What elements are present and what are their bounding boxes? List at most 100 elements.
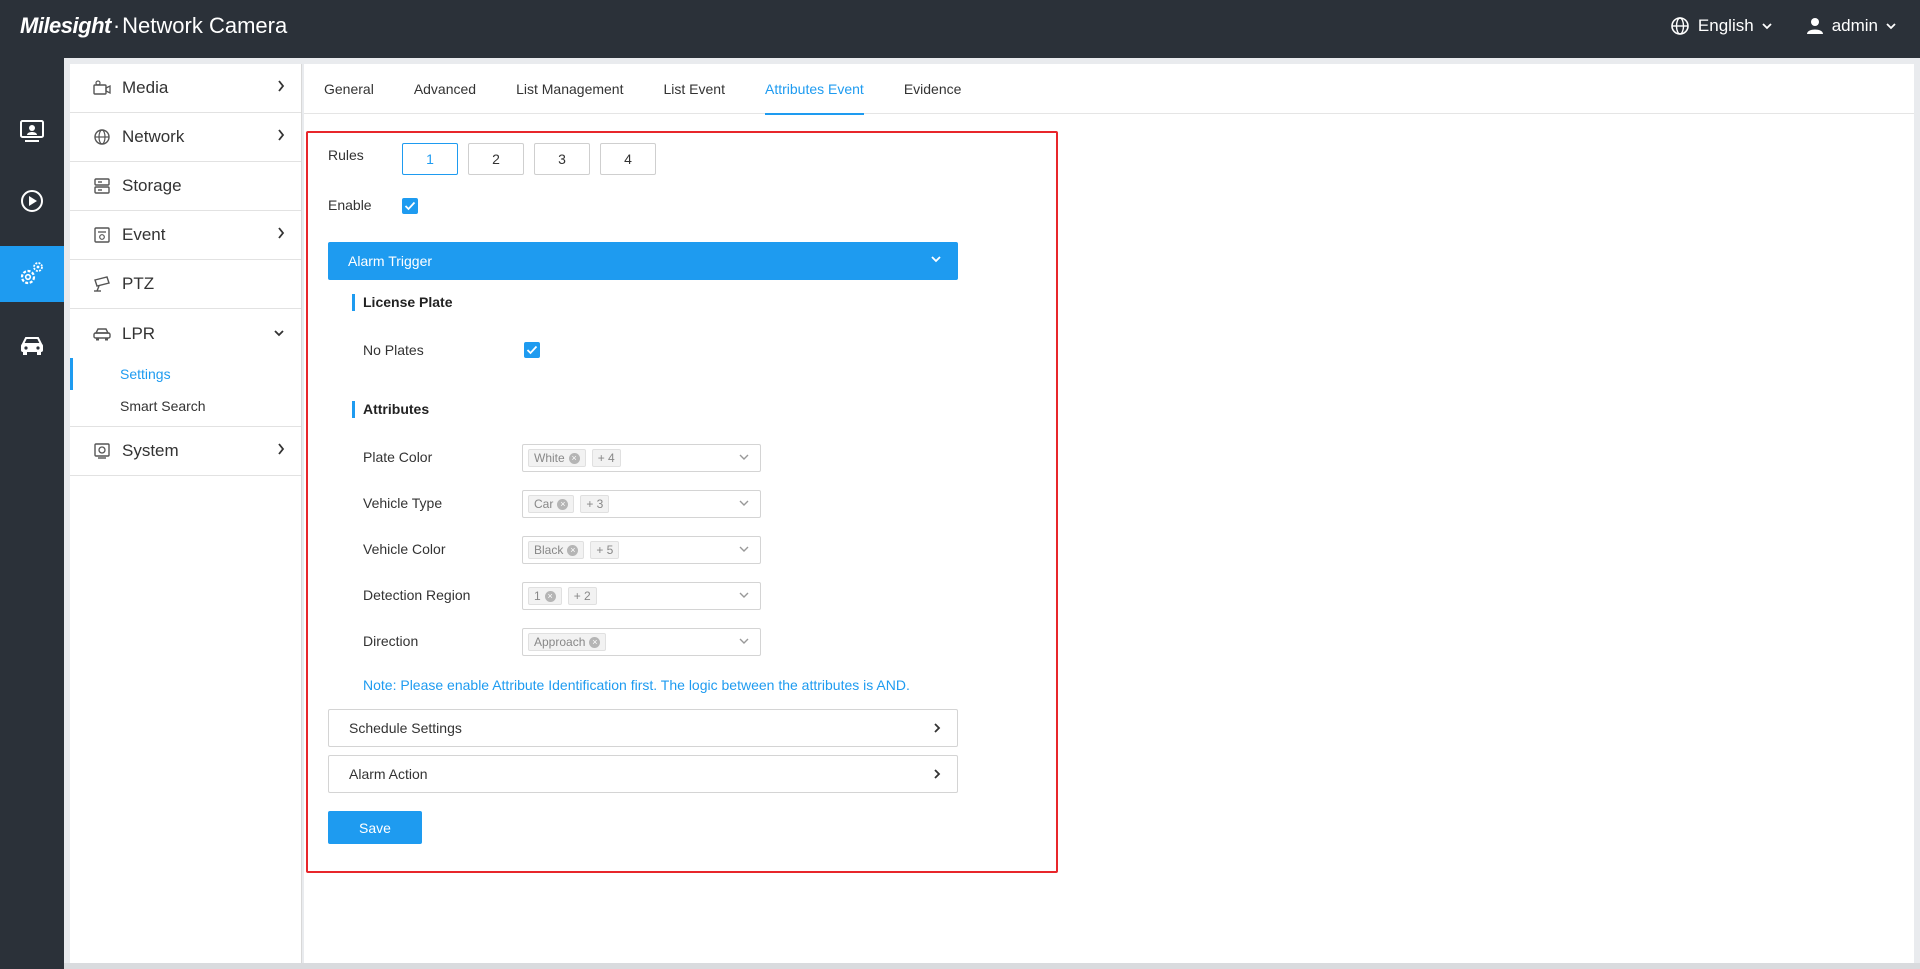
tab-attributes-event[interactable]: Attributes Event: [764, 64, 864, 115]
alarm-trigger-header[interactable]: Alarm Trigger: [328, 242, 958, 280]
detection-region-label: Detection Region: [363, 587, 471, 603]
rule-button-4[interactable]: 4: [600, 143, 656, 175]
language-selector[interactable]: English: [1670, 16, 1772, 36]
sidebar-group-lpr: LPR Settings Smart Search: [70, 309, 301, 427]
no-plates-label: No Plates: [363, 342, 424, 358]
playback-icon: [21, 190, 43, 212]
sidebar-item-media[interactable]: Media: [70, 64, 301, 113]
save-button[interactable]: Save: [328, 811, 422, 844]
sidebar-item-label: Event: [122, 225, 166, 244]
user-label: admin: [1831, 16, 1878, 35]
remove-tag-icon[interactable]: ×: [544, 590, 556, 602]
selected-tag: White ×: [528, 449, 586, 467]
rail-settings[interactable]: [0, 246, 64, 302]
sidebar-subitem-smart-search[interactable]: Smart Search: [70, 390, 301, 422]
user-menu[interactable]: admin: [1806, 16, 1896, 36]
chevron-down-icon: [739, 500, 749, 506]
tab-list-management[interactable]: List Management: [516, 64, 623, 114]
plate-color-select[interactable]: White × + 4: [522, 444, 761, 472]
brand-logo: Milesight: [20, 13, 111, 38]
sidebar-item-system[interactable]: System: [70, 427, 301, 476]
enable-label: Enable: [328, 197, 372, 213]
sidebar-item-ptz[interactable]: PTZ: [70, 260, 301, 309]
rail-playback[interactable]: [0, 173, 64, 229]
remove-tag-icon[interactable]: ×: [557, 498, 569, 510]
settings-icon: [20, 262, 43, 285]
sidebar-item-label: Network: [122, 127, 185, 146]
chevron-down-icon: [739, 592, 749, 598]
user-icon: [1806, 18, 1823, 34]
top-bar-right: English admin: [1670, 16, 1896, 36]
chevron-right-icon: [934, 723, 941, 733]
chevron-down-icon: [739, 638, 749, 644]
selected-tag: Car ×: [528, 495, 575, 513]
sidebar-item-network[interactable]: Network: [70, 113, 301, 162]
tab-bar: General Advanced List Management List Ev…: [304, 64, 1914, 115]
chevron-down-icon: [739, 454, 749, 460]
schedule-settings-label: Schedule Settings: [349, 720, 462, 736]
schedule-settings-header[interactable]: Schedule Settings: [328, 709, 958, 747]
attributes-note: Note: Please enable Attribute Identifica…: [363, 677, 910, 693]
vehicle-color-label: Vehicle Color: [363, 541, 446, 557]
detection-region-select[interactable]: 1 × + 2: [522, 582, 761, 610]
alarm-action-label: Alarm Action: [349, 766, 428, 782]
language-label: English: [1697, 16, 1754, 35]
chevron-down-icon: [1886, 23, 1896, 30]
brand: Milesight·Network Camera: [20, 13, 287, 39]
chevron-down-icon: [274, 330, 284, 337]
sidebar-item-label: LPR: [122, 323, 156, 343]
highlight-frame: Rules 1 2 3 4 Enable Alarm Trigger Licen…: [306, 131, 1058, 873]
tab-advanced[interactable]: Advanced: [414, 64, 476, 114]
rule-button-1[interactable]: 1: [402, 143, 458, 175]
globe-icon: [1671, 17, 1689, 35]
remove-tag-icon[interactable]: ×: [567, 544, 579, 556]
sidebar-item-label: Media: [122, 78, 169, 97]
vehicle-icon: [21, 337, 43, 355]
rules-label: Rules: [328, 147, 364, 163]
chevron-right-icon: [278, 80, 285, 92]
selected-tag: Approach ×: [528, 633, 607, 651]
live-view-icon: [20, 120, 44, 142]
event-icon: [92, 225, 112, 245]
chevron-right-icon: [278, 227, 285, 239]
no-plates-checkbox[interactable]: [524, 342, 540, 358]
license-plate-title: License Plate: [352, 294, 453, 311]
vehicle-color-select[interactable]: Black × + 5: [522, 536, 761, 564]
ptz-icon: [92, 274, 112, 294]
selected-tag: 1 ×: [528, 587, 562, 605]
sidebar-item-event[interactable]: Event: [70, 211, 301, 260]
remove-tag-icon[interactable]: ×: [589, 636, 601, 648]
direction-select[interactable]: Approach ×: [522, 628, 761, 656]
rail-vehicle[interactable]: [0, 318, 64, 374]
tab-evidence[interactable]: Evidence: [904, 64, 962, 114]
rule-button-3[interactable]: 3: [534, 143, 590, 175]
selected-tag: Black ×: [528, 541, 585, 559]
vehicle-type-select[interactable]: Car × + 3: [522, 490, 761, 518]
chevron-right-icon: [934, 769, 941, 779]
tag-label: Approach: [534, 635, 586, 649]
bottom-strip: [64, 963, 1920, 969]
remove-tag-icon[interactable]: ×: [568, 452, 580, 464]
sidebar-item-lpr[interactable]: LPR: [70, 309, 301, 358]
vehicle-type-label: Vehicle Type: [363, 495, 443, 511]
tab-general[interactable]: General: [324, 64, 374, 114]
rule-button-2[interactable]: 2: [468, 143, 524, 175]
enable-checkbox[interactable]: [402, 198, 418, 214]
direction-label: Direction: [363, 633, 419, 649]
more-count-tag: + 2: [567, 587, 597, 605]
rail-live-view[interactable]: [0, 103, 64, 159]
more-count-tag: + 4: [591, 449, 621, 467]
chevron-right-icon: [278, 129, 285, 141]
alarm-action-header[interactable]: Alarm Action: [328, 755, 958, 793]
plate-color-label: Plate Color: [363, 449, 433, 465]
tag-label: Black: [534, 543, 564, 557]
sidebar-subitem-settings[interactable]: Settings: [70, 358, 301, 390]
tab-list-event[interactable]: List Event: [664, 64, 725, 114]
tag-label: 1: [534, 589, 541, 603]
chevron-down-icon: [1762, 23, 1772, 30]
storage-icon: [92, 176, 112, 196]
icon-rail: [0, 58, 64, 969]
sidebar-item-storage[interactable]: Storage: [70, 162, 301, 211]
chevron-right-icon: [278, 443, 285, 455]
sidebar-item-label: PTZ: [122, 274, 155, 293]
